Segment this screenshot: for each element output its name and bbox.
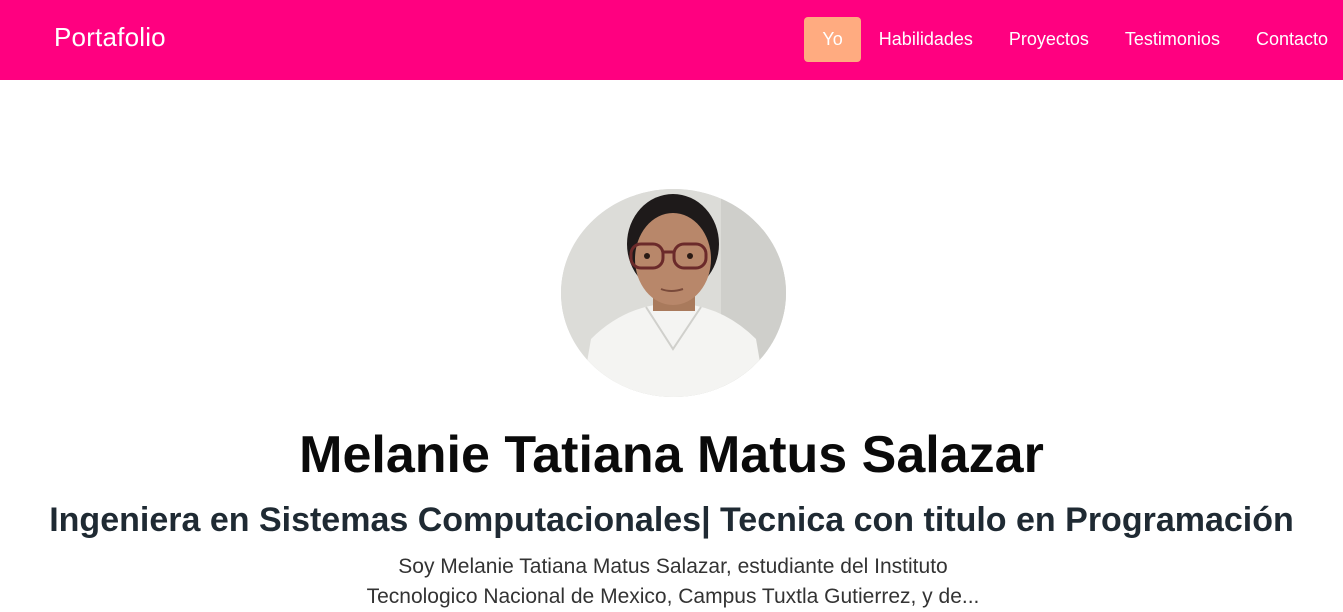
- nav-link-contacto[interactable]: Contacto: [1256, 17, 1328, 62]
- nav-link-testimonios[interactable]: Testimonios: [1125, 17, 1220, 62]
- nav-link-habilidades[interactable]: Habilidades: [879, 17, 973, 62]
- nav-link-yo[interactable]: Yo: [804, 17, 861, 62]
- nav-links: Yo Habilidades Proyectos Testimonios Con…: [804, 17, 1343, 62]
- profile-photo: [561, 189, 786, 397]
- profile-bio: Soy Melanie Tatiana Matus Salazar, estud…: [366, 555, 980, 608]
- profile-name: Melanie Tatiana Matus Salazar: [299, 426, 1044, 484]
- brand-link[interactable]: Portafolio: [54, 22, 166, 53]
- profile-title: Ingeniera en Sistemas Computacionales| T…: [49, 501, 1294, 539]
- navbar: Portafolio Yo Habilidades Proyectos Test…: [0, 0, 1343, 80]
- nav-link-proyectos[interactable]: Proyectos: [1009, 17, 1089, 62]
